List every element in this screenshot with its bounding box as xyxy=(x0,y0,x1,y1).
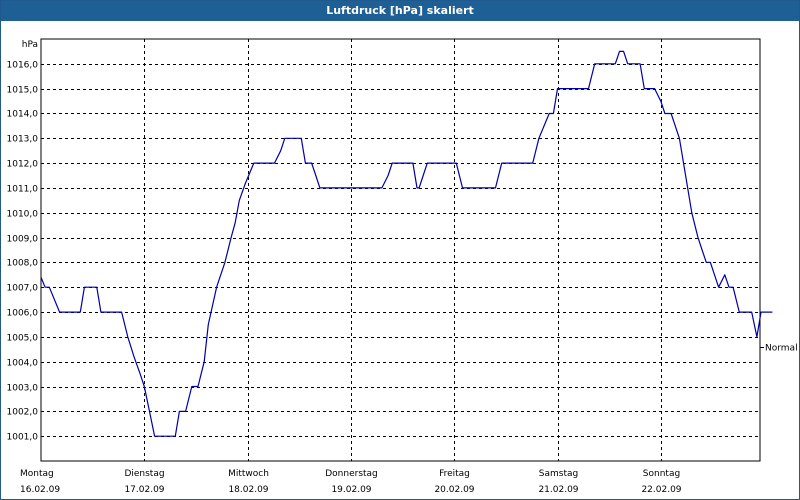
x-tick-day: Donnerstag xyxy=(325,469,378,479)
x-tick-date: 22.02.09 xyxy=(641,485,681,495)
y-tick-label: 1005,0 xyxy=(7,334,39,344)
y-tick-label: 1002,0 xyxy=(7,408,39,418)
pressure-chart: Normal 1001,01002,01003,01004,01005,0100… xyxy=(7,38,798,495)
x-tick-day: Freitag xyxy=(439,469,470,479)
y-tick-label: 1004,0 xyxy=(7,359,39,369)
y-tick-label: 1014,0 xyxy=(7,110,39,120)
y-tick-label: 1008,0 xyxy=(7,259,39,269)
x-tick-day: Dienstag xyxy=(124,469,164,479)
y-tick-label: 1015,0 xyxy=(7,86,39,96)
pressure-series-line xyxy=(40,50,773,437)
reference-label: Normal xyxy=(765,344,798,354)
x-tick-date: 19.02.09 xyxy=(331,485,371,495)
x-tick-date: 17.02.09 xyxy=(124,485,164,495)
reference-line: Normal xyxy=(760,344,798,354)
y-tick-label: 1016,0 xyxy=(7,61,39,71)
x-tick-day: Sonntag xyxy=(643,469,680,479)
y-tick-label: 1006,0 xyxy=(7,309,39,319)
y-tick-label: 1009,0 xyxy=(7,235,39,245)
x-tick-day: Montag xyxy=(20,469,54,479)
x-tick-date: 20.02.09 xyxy=(434,485,474,495)
x-tick-day: Mittwoch xyxy=(228,469,269,479)
y-tick-label: 1010,0 xyxy=(7,210,39,220)
x-tick-day: Samstag xyxy=(539,469,578,479)
y-tick-label: 1012,0 xyxy=(7,160,39,170)
y-tick-label: 1013,0 xyxy=(7,135,39,145)
series xyxy=(40,50,773,437)
tick-labels: 1001,0 1002,0 1003,0 1004,0 1005,0 1006,0 1007… xyxy=(7,40,682,495)
x-tick-date: 18.02.09 xyxy=(228,485,268,495)
y-tick-label: 1001,0 xyxy=(7,433,39,443)
x-tick-date: 16.02.09 xyxy=(20,485,60,495)
y-axis-label: hPa xyxy=(22,40,38,50)
x-tick-date: 21.02.09 xyxy=(538,485,578,495)
axes xyxy=(40,38,761,462)
y-tick-label: 1011,0 xyxy=(7,185,39,195)
grid xyxy=(41,39,760,461)
y-tick-label: 1007,0 xyxy=(7,284,39,294)
y-tick-label: 1003,0 xyxy=(7,384,39,394)
plot-border xyxy=(40,38,761,462)
